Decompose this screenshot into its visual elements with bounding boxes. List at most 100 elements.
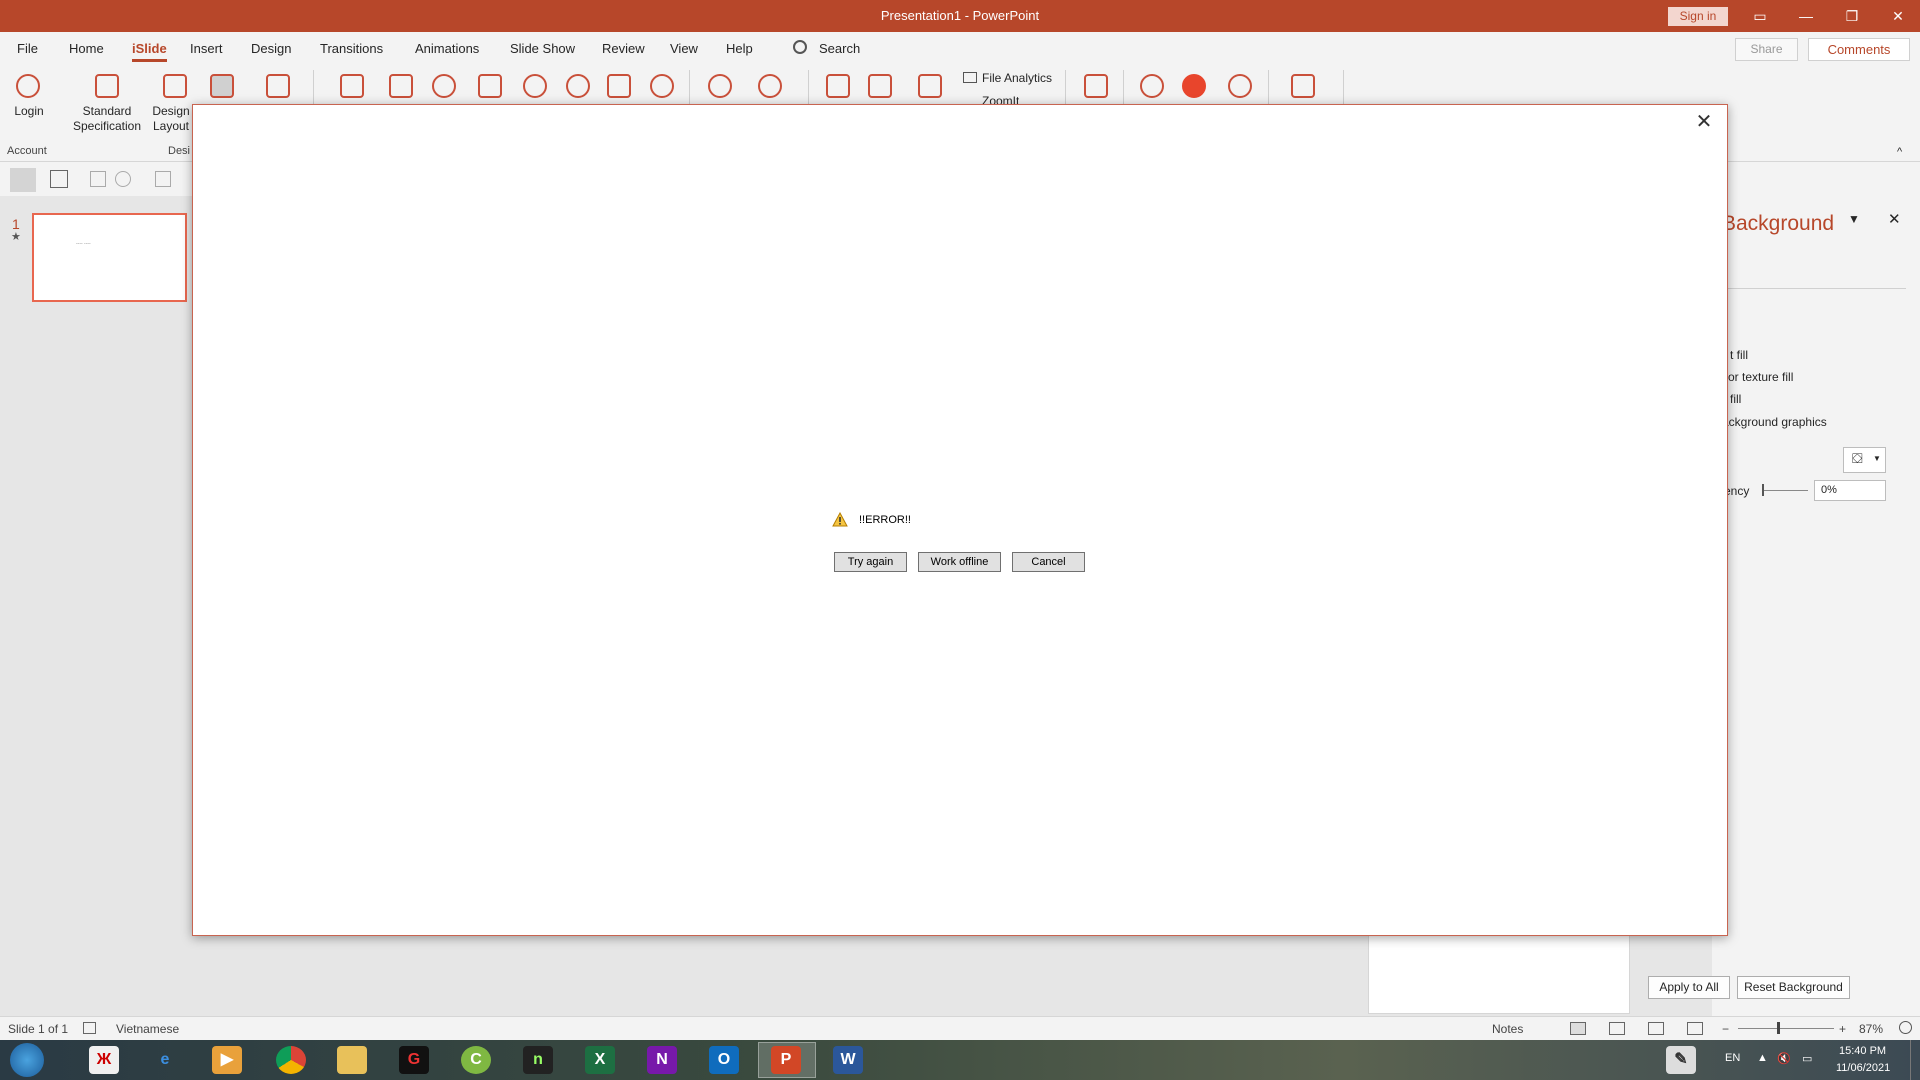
network-icon[interactable]: ▭ (1802, 1052, 1812, 1065)
apply-to-all-button[interactable]: Apply to All (1648, 976, 1730, 999)
chrome-icon[interactable] (276, 1046, 306, 1074)
outlook-icon[interactable]: O (709, 1046, 739, 1074)
star-add-icon[interactable] (758, 74, 782, 98)
ribbon-display-icon[interactable]: ▭ (1737, 0, 1783, 32)
comments-button[interactable]: Comments (1808, 38, 1910, 61)
fill-option-gradient[interactable]: t fill (1730, 348, 1748, 362)
close-window-icon[interactable]: ✕ (1875, 0, 1920, 32)
transparency-input[interactable]: 0% (1814, 480, 1886, 501)
add-slide-icon[interactable] (266, 74, 290, 98)
reset-background-button[interactable]: Reset Background (1737, 976, 1850, 999)
shapes-icon[interactable] (115, 171, 131, 187)
design-layout-label[interactable]: Design Layout (150, 104, 192, 134)
input-language[interactable]: EN (1725, 1052, 1740, 1064)
zoom-out-icon[interactable]: − (1722, 1022, 1729, 1036)
clock-time[interactable]: 15:40 PM (1839, 1045, 1886, 1057)
powerpoint-icon[interactable]: P (771, 1046, 801, 1074)
garena-icon[interactable]: G (399, 1046, 429, 1074)
smart-search-icon[interactable] (650, 74, 674, 98)
green-app-icon[interactable]: C (461, 1046, 491, 1074)
standard-spec-icon[interactable] (95, 74, 119, 98)
fit-slide-icon[interactable] (1899, 1021, 1912, 1034)
slider-handle[interactable] (1762, 484, 1764, 496)
cancel-button[interactable]: Cancel (1012, 552, 1085, 572)
slideshow-button[interactable] (1687, 1022, 1703, 1035)
tab-review[interactable]: Review (602, 41, 645, 56)
tab-home[interactable]: Home (69, 41, 104, 56)
picture-library-icon[interactable] (607, 74, 631, 98)
zoomit-label[interactable]: ZoomIt (982, 94, 1019, 104)
close-pane-icon[interactable]: ✕ (1888, 210, 1901, 228)
color-picker-button[interactable]: ⛋ ▼ (1843, 447, 1886, 473)
file-analytics-label[interactable]: File Analytics (982, 71, 1052, 86)
zoom-slider[interactable] (1738, 1028, 1834, 1029)
chart-library-icon[interactable] (523, 74, 547, 98)
search-icon[interactable] (793, 40, 807, 54)
outline-view-icon[interactable] (50, 170, 68, 188)
help-icon[interactable] (1140, 74, 1164, 98)
file-explorer-icon[interactable] (337, 1046, 367, 1074)
table-library-icon[interactable] (478, 74, 502, 98)
layout-tool-icon[interactable] (210, 74, 234, 98)
fill-option-pattern[interactable]: fill (1730, 392, 1741, 406)
restore-icon[interactable]: ❐ (1829, 0, 1875, 32)
tab-file[interactable]: File (17, 41, 38, 56)
internet-explorer-icon[interactable]: e (150, 1046, 180, 1074)
close-dialog-icon[interactable]: ✕ (1692, 110, 1716, 134)
pane-options-icon[interactable]: ▼ (1848, 212, 1860, 226)
document-icon[interactable] (868, 74, 892, 98)
file-analytics-icon[interactable] (963, 72, 977, 83)
notes-button[interactable]: Notes (1492, 1022, 1523, 1036)
slide-sorter-button[interactable] (1609, 1022, 1625, 1035)
tab-transitions[interactable]: Transitions (320, 41, 383, 56)
design-layout-icon[interactable] (163, 74, 187, 98)
volume-icon[interactable]: 🔇 (1777, 1052, 1791, 1065)
standard-spec-label[interactable]: Standard Specification (64, 104, 150, 134)
color-library-icon[interactable] (432, 74, 456, 98)
excel-icon[interactable]: X (585, 1046, 615, 1074)
onenote-icon[interactable]: N (647, 1046, 677, 1074)
tab-design[interactable]: Design (251, 41, 291, 56)
sign-in-button[interactable]: Sign in (1668, 7, 1728, 26)
star-icon[interactable] (708, 74, 732, 98)
tray-expand-icon[interactable]: ▲ (1757, 1052, 1768, 1064)
spellcheck-icon[interactable] (83, 1022, 96, 1034)
tab-slide-show[interactable]: Slide Show (510, 41, 575, 56)
normal-view-button[interactable] (1570, 1022, 1586, 1035)
normal-view-icon[interactable] (10, 168, 36, 192)
word-icon[interactable]: W (833, 1046, 863, 1074)
tab-help[interactable]: Help (726, 41, 753, 56)
transparency-slider[interactable] (1762, 490, 1808, 491)
tab-islide[interactable]: iSlide (132, 41, 167, 62)
compress-icon[interactable] (918, 74, 942, 98)
collapse-ribbon-icon[interactable]: ^ (1897, 146, 1902, 158)
media-player-icon[interactable]: ▶ (212, 1046, 242, 1074)
info-icon[interactable] (1182, 74, 1206, 98)
textbox-icon[interactable] (90, 171, 106, 187)
clock-date[interactable]: 11/06/2021 (1836, 1062, 1890, 1074)
minimize-icon[interactable]: — (1783, 0, 1829, 32)
present-icon[interactable] (1084, 74, 1108, 98)
taskbar-app-icon[interactable]: Ж (89, 1046, 119, 1074)
hide-background-graphics[interactable]: ackground graphics (1722, 415, 1827, 429)
work-offline-button[interactable]: Work offline (918, 552, 1001, 572)
start-button-icon[interactable] (10, 1043, 44, 1077)
tab-insert[interactable]: Insert (190, 41, 223, 56)
language-label[interactable]: Vietnamese (116, 1022, 179, 1036)
try-again-button[interactable]: Try again (834, 552, 907, 572)
icon-library-icon[interactable] (389, 74, 413, 98)
zoom-level[interactable]: 87% (1859, 1022, 1883, 1036)
export-icon[interactable] (826, 74, 850, 98)
fill-option-picture[interactable]: or texture fill (1728, 370, 1793, 384)
nox-icon[interactable]: n (523, 1046, 553, 1074)
zoom-handle[interactable] (1777, 1022, 1780, 1034)
login-label[interactable]: Login (10, 104, 48, 119)
tab-view[interactable]: View (670, 41, 698, 56)
share-button[interactable]: Share (1735, 38, 1798, 61)
search-label[interactable]: Search (819, 41, 860, 56)
pen-tool-icon[interactable]: ✎ (1666, 1046, 1696, 1074)
arrange-icon[interactable] (155, 171, 171, 187)
illustration-icon[interactable] (566, 74, 590, 98)
slide-thumbnail[interactable]: ---- ---- (32, 213, 187, 302)
settings-icon[interactable] (1228, 74, 1252, 98)
